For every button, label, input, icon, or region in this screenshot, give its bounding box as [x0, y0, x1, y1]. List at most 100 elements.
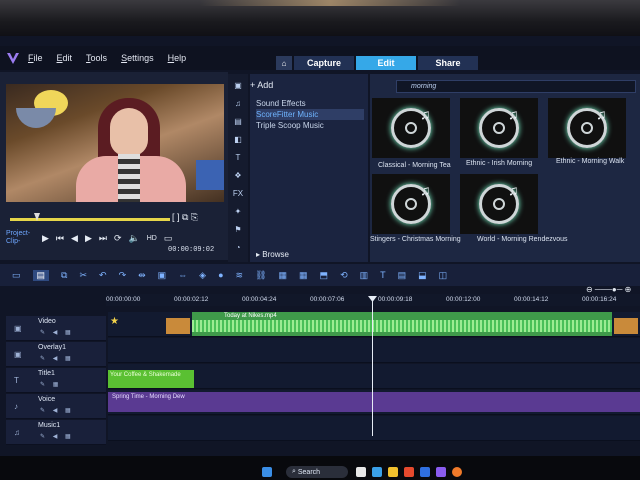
lane-music[interactable] [108, 416, 640, 441]
media-thumb-1[interactable]: ♫ [372, 98, 450, 158]
track-controls[interactable]: ✎ ▦ [40, 381, 61, 388]
fit-icon[interactable]: ⇹ [138, 270, 146, 281]
volume-icon[interactable]: 🔈 [129, 233, 140, 244]
library-item-triple-scoop[interactable]: Triple Scoop Music [256, 120, 364, 131]
instant-project-icon[interactable]: ▤ [232, 116, 244, 128]
transition-clip-end[interactable] [614, 318, 638, 334]
home-icon[interactable]: ⌂ [276, 56, 292, 70]
browse-button[interactable]: ▸ Browse [256, 250, 289, 259]
track-controls[interactable]: ✎ ◀ ▦ [40, 329, 74, 336]
media-icon[interactable]: ▣ [232, 80, 244, 92]
videostudio-icon[interactable] [436, 467, 446, 477]
stabilize-icon[interactable]: ⬒ [320, 270, 329, 281]
tab-capture[interactable]: Capture [294, 56, 354, 70]
video-clip-label: Today at Nikes.mp4 [224, 313, 277, 319]
redo-icon[interactable]: ↷ [119, 270, 127, 281]
music-note-icon: ♫ [508, 182, 519, 198]
track-controls[interactable]: ✎ ◀ ▦ [40, 407, 74, 414]
media-thumb-3[interactable]: ♫ [548, 98, 626, 158]
graphics-icon[interactable]: ❖ [232, 170, 244, 182]
clip-label[interactable]: Clip- [6, 238, 20, 245]
play-icon[interactable]: ▶ [42, 233, 49, 244]
folder-icon[interactable] [388, 467, 398, 477]
menu-help[interactable]: Help [168, 53, 187, 63]
grid-icon[interactable]: ▦ [299, 270, 308, 281]
media-thumb-2[interactable]: ♫ [460, 98, 538, 158]
marker-icon[interactable]: ◈ [199, 270, 206, 281]
aspect-icon[interactable]: ▭ [164, 233, 173, 244]
fx-icon[interactable]: FX [232, 188, 244, 200]
speed-icon[interactable]: ◔ [232, 242, 244, 254]
project-label[interactable]: Project- [6, 230, 30, 237]
tab-edit[interactable]: Edit [356, 56, 416, 70]
title-clip[interactable]: Your Coffee & Shakemade [108, 370, 194, 388]
track-header-overlay[interactable]: ▣ Overlay1 ✎ ◀ ▦ [6, 342, 106, 367]
skip-end-icon[interactable]: ⏭ [99, 233, 107, 244]
video-clip[interactable]: Today at Nikes.mp4 [192, 312, 612, 336]
start-icon[interactable] [262, 467, 272, 477]
track-controls[interactable]: ✎ ◀ ▦ [40, 355, 74, 362]
office-icon[interactable] [404, 467, 414, 477]
mixer-icon[interactable]: ≋ [236, 270, 244, 281]
storyboard-icon[interactable]: ▭ [12, 270, 21, 281]
search-input[interactable]: morning [396, 80, 636, 93]
star-marker-icon[interactable]: ★ [110, 316, 119, 327]
edge-icon[interactable] [420, 467, 430, 477]
subtitle-icon[interactable]: ▤ [398, 270, 407, 281]
multicam-icon[interactable]: ▥ [360, 270, 369, 281]
media-thumb-5[interactable]: ♫ [460, 174, 538, 234]
forward-icon[interactable]: ▶ [85, 233, 92, 244]
menu-edit[interactable]: Edit [57, 53, 73, 63]
track-name-video: Video [38, 318, 56, 325]
widgets-icon[interactable] [372, 467, 382, 477]
trim-icons[interactable]: [ ] ⧉ ⎘ [172, 212, 198, 223]
hd-icon[interactable]: HD [147, 235, 157, 242]
transition-clip-start[interactable] [166, 318, 190, 334]
track-controls[interactable]: ✎ ◀ ▦ [40, 433, 74, 440]
snapshot-icon[interactable]: ▣ [158, 270, 167, 281]
library-item-sound-effects[interactable]: Sound Effects [256, 98, 364, 109]
library-item-scorefitter[interactable]: ScoreFitter Music [256, 109, 364, 120]
title-icon[interactable]: T [232, 152, 244, 164]
motion-icon[interactable]: ✦ [232, 206, 244, 218]
link-icon[interactable]: ⛓ [255, 270, 266, 281]
track-header-voice[interactable]: ♪ Voice ✎ ◀ ▦ [6, 394, 106, 419]
task-view-icon[interactable] [356, 467, 366, 477]
text-tool-icon[interactable]: T [380, 270, 386, 280]
skip-start-icon[interactable]: ⏮ [56, 233, 64, 244]
track-header-title[interactable]: T Title1 ✎ ▦ [6, 368, 106, 393]
track-header-video[interactable]: ▣ Video ✎ ◀ ▦ [6, 316, 106, 341]
music-clip[interactable]: Spring Time - Morning Dew [108, 392, 640, 412]
audio-icon[interactable]: ♫ [232, 98, 244, 110]
transition-icon[interactable]: ◧ [232, 134, 244, 146]
lane-overlay[interactable] [108, 338, 640, 363]
record-icon[interactable]: ● [218, 270, 223, 280]
taskbar-search[interactable]: ⌕ Search [286, 466, 348, 478]
menu-file[interactable]: File [28, 53, 43, 63]
tools-icon[interactable]: ✂ [79, 270, 87, 281]
rewind-icon[interactable]: ◀ [71, 233, 78, 244]
mask-icon[interactable]: ◫ [439, 270, 448, 281]
undo-icon[interactable]: ↶ [99, 270, 107, 281]
track-header-music[interactable]: ♫ Music1 ✎ ◀ ▦ [6, 420, 106, 445]
copy-icon[interactable]: ⧉ [61, 270, 67, 281]
project-clip-toggle[interactable]: Project- Clip- [6, 230, 42, 246]
split-icon[interactable]: ⇔ [178, 270, 187, 280]
tab-share[interactable]: Share [418, 56, 478, 70]
ruler-tick: 00:00:14:12 [514, 296, 549, 303]
chapter-icon[interactable]: ▦ [279, 270, 288, 281]
zoom-slider[interactable]: ⊖ ───●─ ⊕ [586, 285, 631, 294]
media-thumb-4[interactable]: ♫ [372, 174, 450, 234]
pan-zoom-icon[interactable]: ⬓ [418, 270, 427, 281]
menu-tools[interactable]: Tools [86, 53, 107, 63]
repeat-icon[interactable]: ⟳ [114, 233, 122, 244]
timeline-view-icon[interactable]: ▤ [32, 269, 50, 281]
menu-settings[interactable]: Settings [121, 53, 154, 63]
add-button[interactable]: + Add [250, 80, 273, 90]
scrub-bar[interactable] [10, 218, 170, 221]
path-icon[interactable]: ⚑ [232, 224, 244, 236]
motion-track-icon[interactable]: ⟲ [340, 270, 348, 281]
timecode-readout[interactable]: 00:00:09:02 [168, 246, 214, 254]
firefox-icon[interactable] [452, 467, 462, 477]
playhead-line[interactable] [372, 296, 373, 436]
